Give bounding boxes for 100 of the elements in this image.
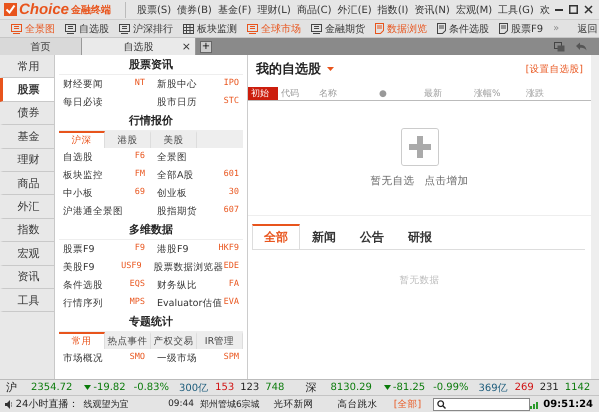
- down-arrow-icon: [384, 385, 391, 390]
- function-link[interactable]: 一级市场: [157, 352, 197, 364]
- function-link[interactable]: 港股F9: [157, 242, 189, 256]
- turnover: 369亿: [478, 382, 509, 394]
- back-button[interactable]: 返回: [572, 22, 599, 36]
- menu-item[interactable]: 基金(F): [214, 2, 254, 16]
- function-link[interactable]: 股票数据浏览器: [154, 260, 224, 274]
- toolbar-button[interactable]: 金融期货: [306, 22, 370, 36]
- index-value: 8130.29: [330, 382, 373, 393]
- function-link[interactable]: 财经要闻: [63, 78, 103, 90]
- menu-item[interactable]: 欢: [536, 2, 553, 16]
- live-label: 24小时直播：: [14, 398, 80, 411]
- shortcut-code: FA: [228, 278, 239, 290]
- function-link[interactable]: 自选股: [63, 150, 93, 164]
- shortcut-code: 30: [228, 186, 239, 198]
- function-link[interactable]: 中小板: [63, 186, 93, 200]
- monitor-icon: [11, 24, 22, 34]
- menu-item[interactable]: 工具(G): [495, 2, 537, 16]
- menu-item[interactable]: 商品(C): [294, 2, 335, 16]
- close-tab-button[interactable]: ×: [182, 40, 191, 53]
- menu-item[interactable]: 外汇(E): [334, 2, 375, 16]
- function-link[interactable]: 创业板: [157, 186, 187, 200]
- function-link[interactable]: 板块监控: [63, 168, 103, 182]
- down-count: 1142: [564, 382, 592, 393]
- shortcut-code: EDE: [224, 260, 239, 272]
- category-tab[interactable]: 热点事件: [105, 332, 151, 349]
- monitor-icon: [311, 24, 322, 34]
- document-icon: [375, 23, 384, 34]
- category-tab[interactable]: 常用: [59, 332, 105, 349]
- flat-count: 231: [538, 382, 560, 393]
- minimize-icon[interactable]: [555, 8, 563, 10]
- category-tab[interactable]: 产权交易: [151, 332, 197, 349]
- function-link[interactable]: 条件选股: [63, 278, 103, 292]
- shortcut-code: 601: [224, 168, 239, 180]
- shortcut-code: 607: [224, 204, 239, 216]
- down-arrow-icon: [84, 385, 92, 390]
- category-tab[interactable]: 沪深: [59, 131, 105, 148]
- function-link[interactable]: 美股F9: [63, 260, 95, 274]
- shortcut-code: SPM: [224, 352, 239, 364]
- menu-item[interactable]: 资讯(N): [411, 2, 453, 16]
- search-field[interactable]: [433, 398, 530, 410]
- shortcut-code: EVA: [224, 296, 239, 308]
- news-tab[interactable]: 全部: [252, 224, 300, 249]
- add-tab-button[interactable]: +: [200, 40, 212, 52]
- down-count: 748: [264, 382, 286, 393]
- hot-topic[interactable]: 光环新网: [262, 398, 326, 410]
- up-count: 153: [214, 382, 236, 393]
- column-header[interactable]: 初始: [248, 87, 278, 100]
- shortcut-code: HKF9: [218, 242, 239, 254]
- function-link[interactable]: 全部A股: [157, 168, 194, 182]
- index-percent: -0.99%: [432, 382, 470, 393]
- function-link[interactable]: 沪港通全景图: [63, 204, 123, 218]
- index-percent: -0.83%: [132, 382, 170, 393]
- live-ticker: 线观望为宜: [82, 398, 130, 410]
- toolbar-button[interactable]: 自选股: [60, 22, 114, 36]
- function-link[interactable]: 全景图: [157, 150, 187, 164]
- product-name: 金融终端: [71, 4, 112, 16]
- copy-icon[interactable]: [554, 42, 565, 52]
- shortcut-code: 69: [134, 186, 145, 198]
- menu-item[interactable]: 理财(L): [254, 2, 294, 16]
- tab[interactable]: 首页: [0, 38, 82, 55]
- add-stock-button[interactable]: [400, 128, 438, 166]
- function-link[interactable]: 股票F9: [63, 242, 95, 256]
- shortcut-code: NT: [134, 78, 145, 90]
- function-link[interactable]: 财务纵比: [157, 278, 197, 292]
- sidebar-item[interactable]: 股票: [0, 78, 54, 102]
- shortcut-code: F6: [134, 150, 145, 162]
- tab[interactable]: 自选股 ×: [82, 38, 196, 55]
- function-link[interactable]: 行情序列: [63, 296, 103, 310]
- function-link[interactable]: 股指期货: [157, 204, 197, 218]
- maximize-icon[interactable]: [569, 5, 578, 14]
- hot-topic[interactable]: 高台跳水: [326, 398, 390, 410]
- function-link[interactable]: 每日必读: [63, 96, 103, 108]
- settings-link[interactable]: [设置自选股]: [526, 62, 583, 76]
- close-icon[interactable]: [584, 5, 593, 14]
- news-headline[interactable]: 郑州管城6宗城: [198, 398, 262, 410]
- turnover: 300亿: [178, 382, 210, 394]
- index-change: -81.25: [392, 382, 426, 393]
- menu-item[interactable]: 指数(I): [374, 2, 412, 16]
- grid-icon: [183, 24, 194, 34]
- function-link[interactable]: 股市日历: [157, 96, 197, 108]
- undo-arrow-icon[interactable]: [575, 42, 587, 51]
- function-link[interactable]: 新股中心: [157, 78, 197, 90]
- toolbar-button[interactable]: 条件选股: [432, 22, 494, 36]
- up-count: 269: [514, 382, 535, 393]
- news-time: 09:44: [167, 399, 195, 409]
- toolbar-button[interactable]: 沪深排行: [114, 22, 178, 36]
- dropdown-caret-icon[interactable]: [327, 67, 334, 71]
- function-link[interactable]: 市场概况: [63, 352, 103, 364]
- logo-check-icon: [4, 3, 17, 16]
- monitor-icon: [119, 24, 130, 34]
- menu-item[interactable]: 宏观(M): [452, 2, 496, 16]
- menu-item[interactable]: 股票(S): [134, 2, 174, 16]
- shortcut-code: IPO: [224, 78, 239, 90]
- function-link[interactable]: Evaluator估值: [157, 296, 222, 310]
- add-link[interactable]: 点击增加: [424, 174, 468, 188]
- toolbar-button[interactable]: 股票F9: [494, 22, 548, 36]
- watchlist-title[interactable]: 我的自选股: [256, 60, 321, 78]
- menu-item[interactable]: 债券(B): [174, 2, 215, 16]
- toolbar-button[interactable]: 板块监测: [178, 22, 242, 36]
